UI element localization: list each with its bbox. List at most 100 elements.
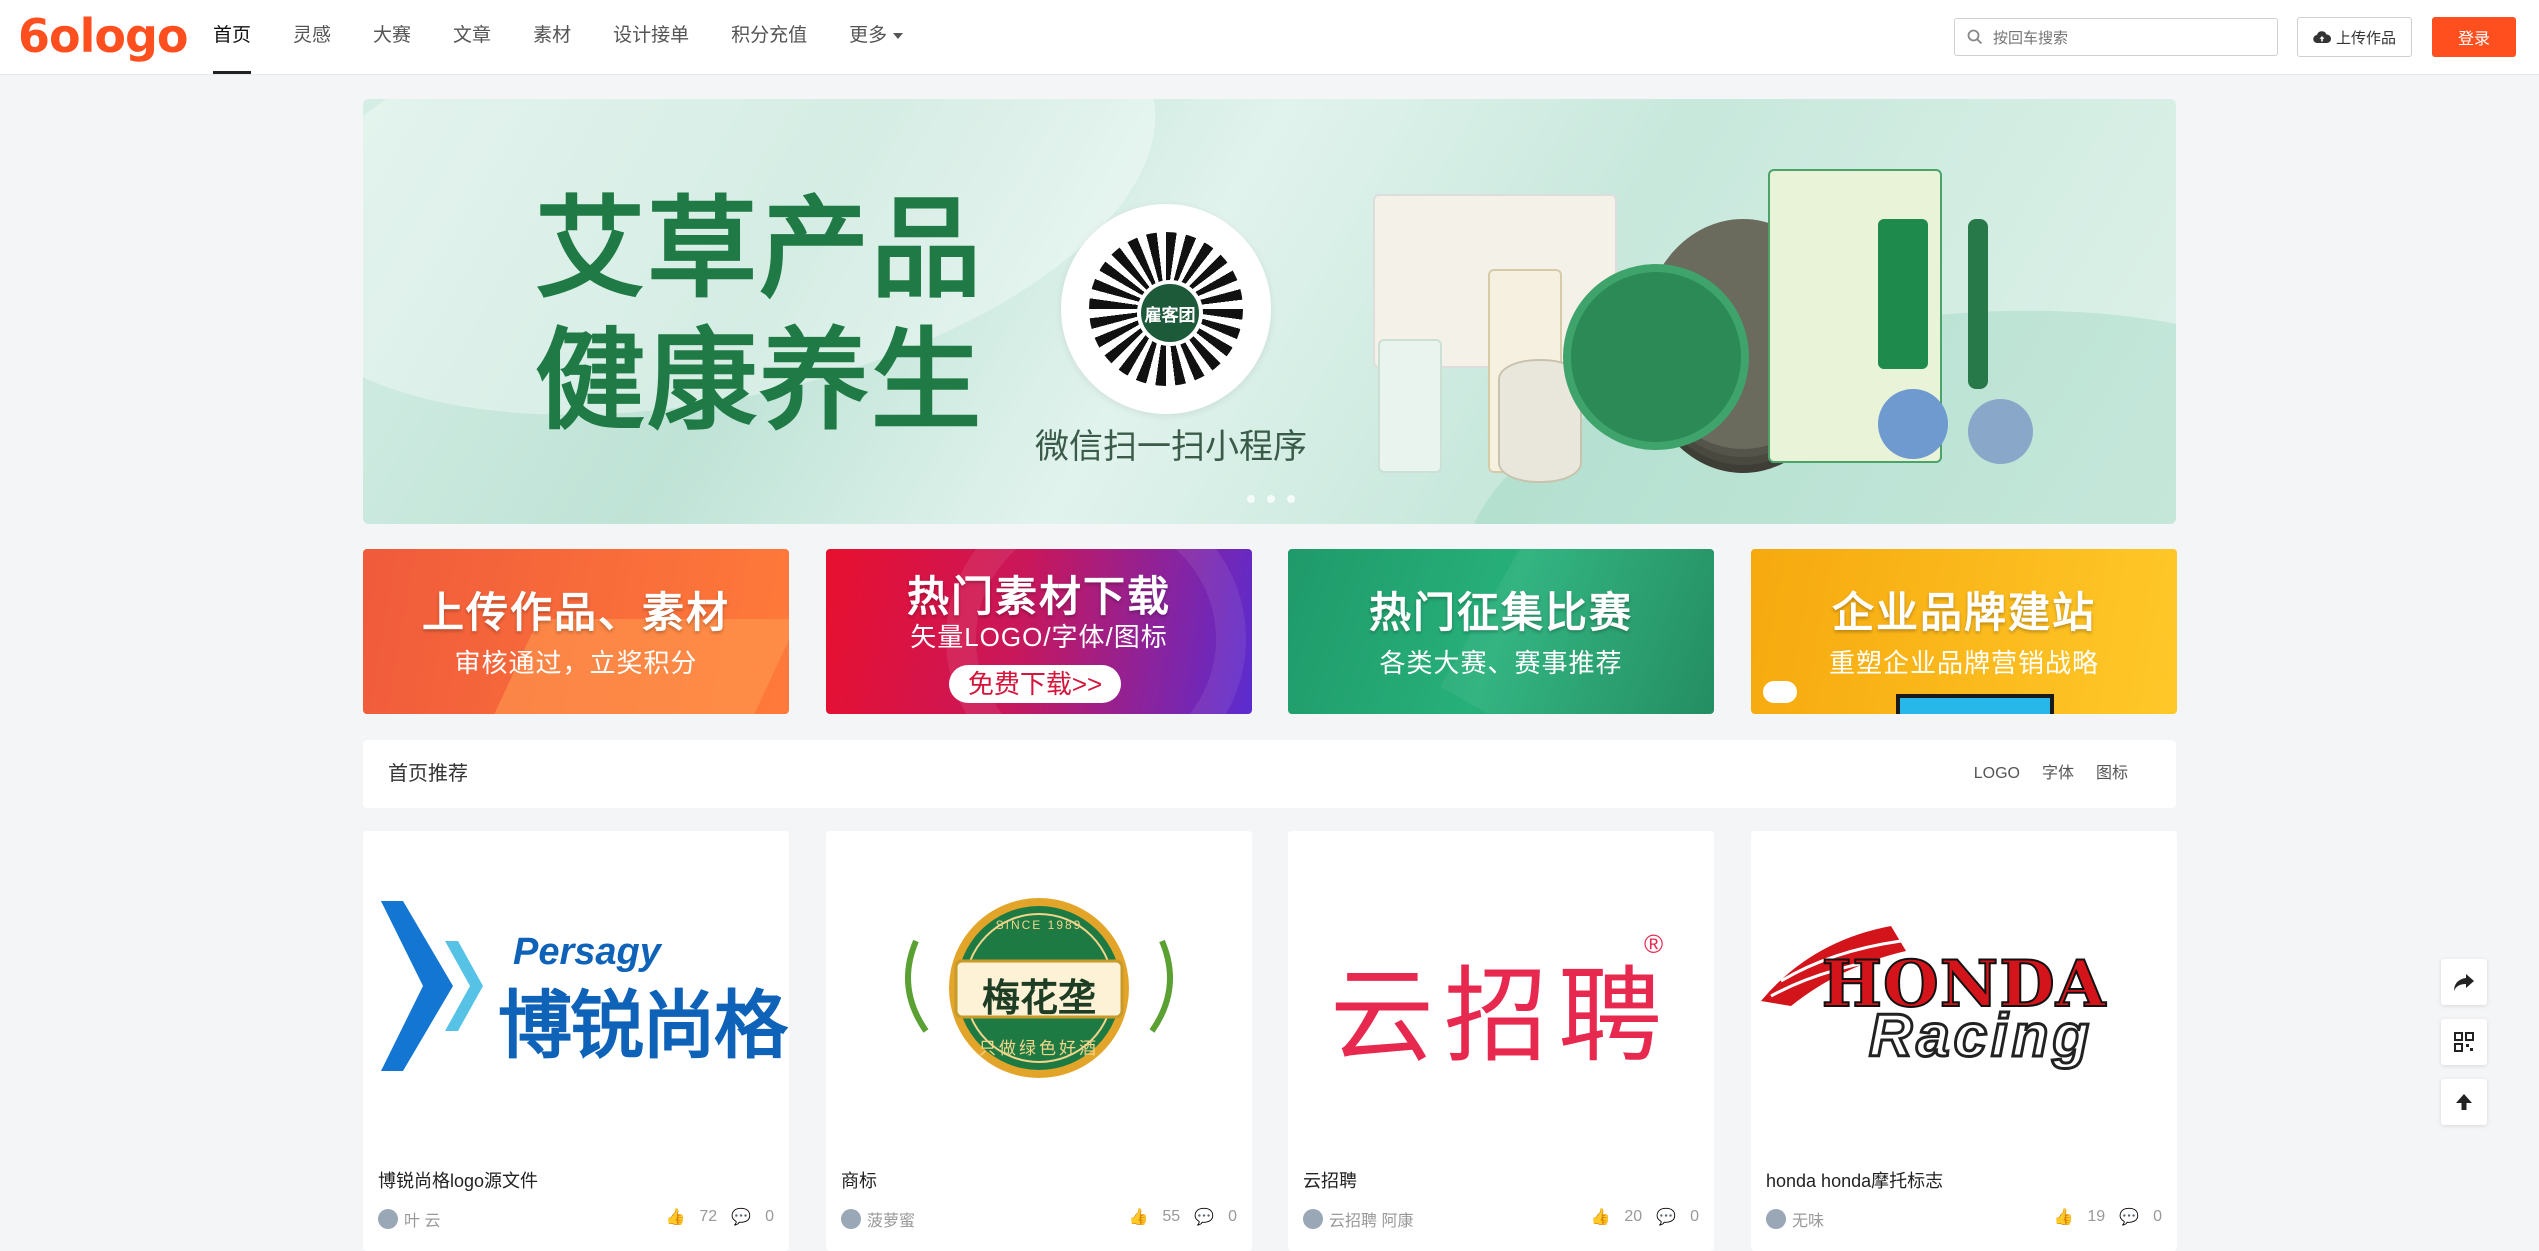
- thumbs-up-icon[interactable]: 👍: [1590, 1207, 1610, 1227]
- qr-code-button[interactable]: [2441, 1019, 2487, 1065]
- comment-icon[interactable]: 💬: [1656, 1207, 1676, 1227]
- avatar: [841, 1209, 861, 1229]
- sachet-ball-image: [1968, 399, 2033, 464]
- promo-upload-card[interactable]: 上传作品、素材 审核通过，立奖积分: [363, 549, 789, 714]
- work-thumbnail[interactable]: Persagy 博锐尚格: [363, 831, 789, 1151]
- cloud-upload-icon: [2313, 31, 2331, 44]
- top-header: 6ologo 首页 灵感 大赛 文章 素材 设计接单 积分充值 更多 上传作品 …: [0, 0, 2539, 75]
- promo-title: 企业品牌建站: [1831, 589, 2096, 636]
- work-card[interactable]: 云招聘 ® 云招聘 云招聘 阿康 👍 20 💬 0: [1288, 831, 1714, 1251]
- qr-code-icon: [2454, 1032, 2474, 1052]
- work-title[interactable]: 云招聘: [1303, 1167, 1357, 1193]
- nav-materials[interactable]: 素材: [520, 0, 584, 74]
- floating-toolbar: [2441, 959, 2487, 1139]
- avatar: [378, 1209, 398, 1229]
- nav-points-recharge[interactable]: 积分充值: [718, 0, 820, 74]
- work-title[interactable]: 博锐尚格logo源文件: [378, 1167, 538, 1193]
- nav-articles[interactable]: 文章: [440, 0, 504, 74]
- work-author[interactable]: 叶 云: [378, 1207, 440, 1231]
- nav-design-orders[interactable]: 设计接单: [600, 0, 702, 74]
- section-title: 首页推荐: [388, 763, 468, 785]
- registered-mark-icon: ®: [1644, 929, 1664, 959]
- banner-pagination: [1247, 495, 1295, 503]
- search-box[interactable]: [1954, 18, 2278, 56]
- work-stats: 👍 72 💬 0: [665, 1207, 774, 1227]
- nav-contest[interactable]: 大赛: [360, 0, 424, 74]
- hero-banner[interactable]: 艾草产品 健康养生 雇客团 微信扫一扫小程序: [363, 99, 2176, 524]
- nav-more-label: 更多: [849, 25, 888, 46]
- promo-subtitle: 审核通过，立奖积分: [454, 648, 698, 678]
- comment-count: 0: [1228, 1208, 1237, 1225]
- work-thumbnail[interactable]: 云招聘 ®: [1288, 831, 1714, 1151]
- avatar: [1303, 1209, 1323, 1229]
- work-stats: 👍 20 💬 0: [1590, 1207, 1699, 1227]
- work-author[interactable]: 云招聘 阿康: [1303, 1207, 1413, 1231]
- badge-main-text: 梅花垄: [981, 975, 1096, 1020]
- author-name: 叶 云: [404, 1213, 441, 1230]
- work-stats: 👍 19 💬 0: [2053, 1207, 2162, 1227]
- comment-icon[interactable]: 💬: [2119, 1207, 2139, 1227]
- thumbs-up-icon[interactable]: 👍: [665, 1207, 685, 1227]
- banner-title-line2: 健康养生: [535, 316, 983, 445]
- work-thumbnail[interactable]: SINCE 1989 梅花垄 只做绿色好酒: [826, 831, 1252, 1151]
- upload-work-button[interactable]: 上传作品: [2297, 17, 2412, 57]
- like-count: 55: [1162, 1208, 1181, 1225]
- search-icon: [1967, 29, 1983, 45]
- comment-icon[interactable]: 💬: [731, 1207, 751, 1227]
- persagy-logo-text-cn: 博锐尚格: [498, 984, 788, 1067]
- hanging-cord-image: [1968, 219, 1988, 389]
- tab-font[interactable]: 字体: [2042, 740, 2074, 808]
- author-name: 菠萝蜜: [867, 1213, 916, 1230]
- site-logo[interactable]: 6ologo: [18, 8, 189, 64]
- upload-work-label: 上传作品: [2335, 29, 2396, 47]
- tab-icon[interactable]: 图标: [2096, 740, 2128, 808]
- work-card[interactable]: Persagy 博锐尚格 博锐尚格logo源文件 叶 云 👍 72 💬 0: [363, 831, 789, 1251]
- promo-title: 热门素材下载: [906, 573, 1171, 620]
- comment-icon[interactable]: 💬: [1194, 1207, 1214, 1227]
- recommend-section-header: 首页推荐 LOGO 字体 图标: [363, 740, 2176, 808]
- banner-dot-2[interactable]: [1267, 495, 1275, 503]
- cloud-illustration: [1763, 681, 1797, 703]
- promo-download-card[interactable]: 热门素材下载 矢量LOGO/字体/图标 免费下载>>: [826, 549, 1252, 714]
- work-author[interactable]: 菠萝蜜: [841, 1207, 915, 1231]
- like-count: 20: [1624, 1208, 1643, 1225]
- promo-title: 上传作品、素材: [421, 589, 730, 636]
- work-title[interactable]: honda honda摩托标志: [1766, 1167, 1943, 1193]
- author-name: 云招聘 阿康: [1329, 1213, 1414, 1230]
- thumbs-up-icon[interactable]: 👍: [2053, 1207, 2073, 1227]
- product-bottle-image: [1378, 339, 1442, 473]
- tab-logo[interactable]: LOGO: [1974, 740, 2020, 808]
- qr-center-label: 雇客团: [1137, 280, 1203, 346]
- banner-dot-1[interactable]: [1247, 495, 1255, 503]
- nav-home[interactable]: 首页: [200, 0, 264, 74]
- work-author[interactable]: 无味: [1766, 1207, 1824, 1231]
- banner-dot-3[interactable]: [1287, 495, 1295, 503]
- badge-bottom-text: 只做绿色好酒: [979, 1039, 1099, 1058]
- share-icon: [2454, 974, 2474, 991]
- sachet-ball-image: [1878, 389, 1948, 459]
- like-count: 19: [2087, 1208, 2106, 1225]
- login-button[interactable]: 登录: [2432, 17, 2516, 57]
- back-to-top-button[interactable]: [2441, 1079, 2487, 1125]
- free-download-button[interactable]: 免费下载>>: [949, 665, 1121, 703]
- work-thumbnail[interactable]: HONDA Racing: [1751, 831, 2177, 1151]
- banner-title-line1: 艾草产品: [535, 184, 983, 313]
- promo-title: 热门征集比赛: [1368, 589, 1633, 636]
- thumbs-up-icon[interactable]: 👍: [1128, 1207, 1148, 1227]
- search-input[interactable]: [1991, 23, 2271, 53]
- moxa-leaf-label-image: [1563, 264, 1749, 450]
- nav-inspiration[interactable]: 灵感: [280, 0, 344, 74]
- comment-count: 0: [1690, 1208, 1699, 1225]
- comment-count: 0: [765, 1208, 774, 1225]
- chevron-down-icon: [893, 32, 904, 39]
- work-card[interactable]: HONDA Racing honda honda摩托标志 无味 👍 19 💬 0: [1751, 831, 2177, 1251]
- promo-website-card[interactable]: 企业品牌建站 重塑企业品牌营销战略: [1751, 549, 2177, 714]
- share-button[interactable]: [2441, 959, 2487, 1005]
- nav-more[interactable]: 更多: [836, 0, 916, 74]
- work-title[interactable]: 商标: [841, 1167, 877, 1193]
- work-card[interactable]: SINCE 1989 梅花垄 只做绿色好酒 商标 菠萝蜜 👍 55 💬 0: [826, 831, 1252, 1251]
- avatar: [1766, 1209, 1786, 1229]
- mini-program-qr-code: 雇客团: [1061, 204, 1271, 414]
- promo-subtitle: 矢量LOGO/字体/图标: [910, 622, 1168, 652]
- promo-contest-card[interactable]: 热门征集比赛 各类大赛、赛事推荐: [1288, 549, 1714, 714]
